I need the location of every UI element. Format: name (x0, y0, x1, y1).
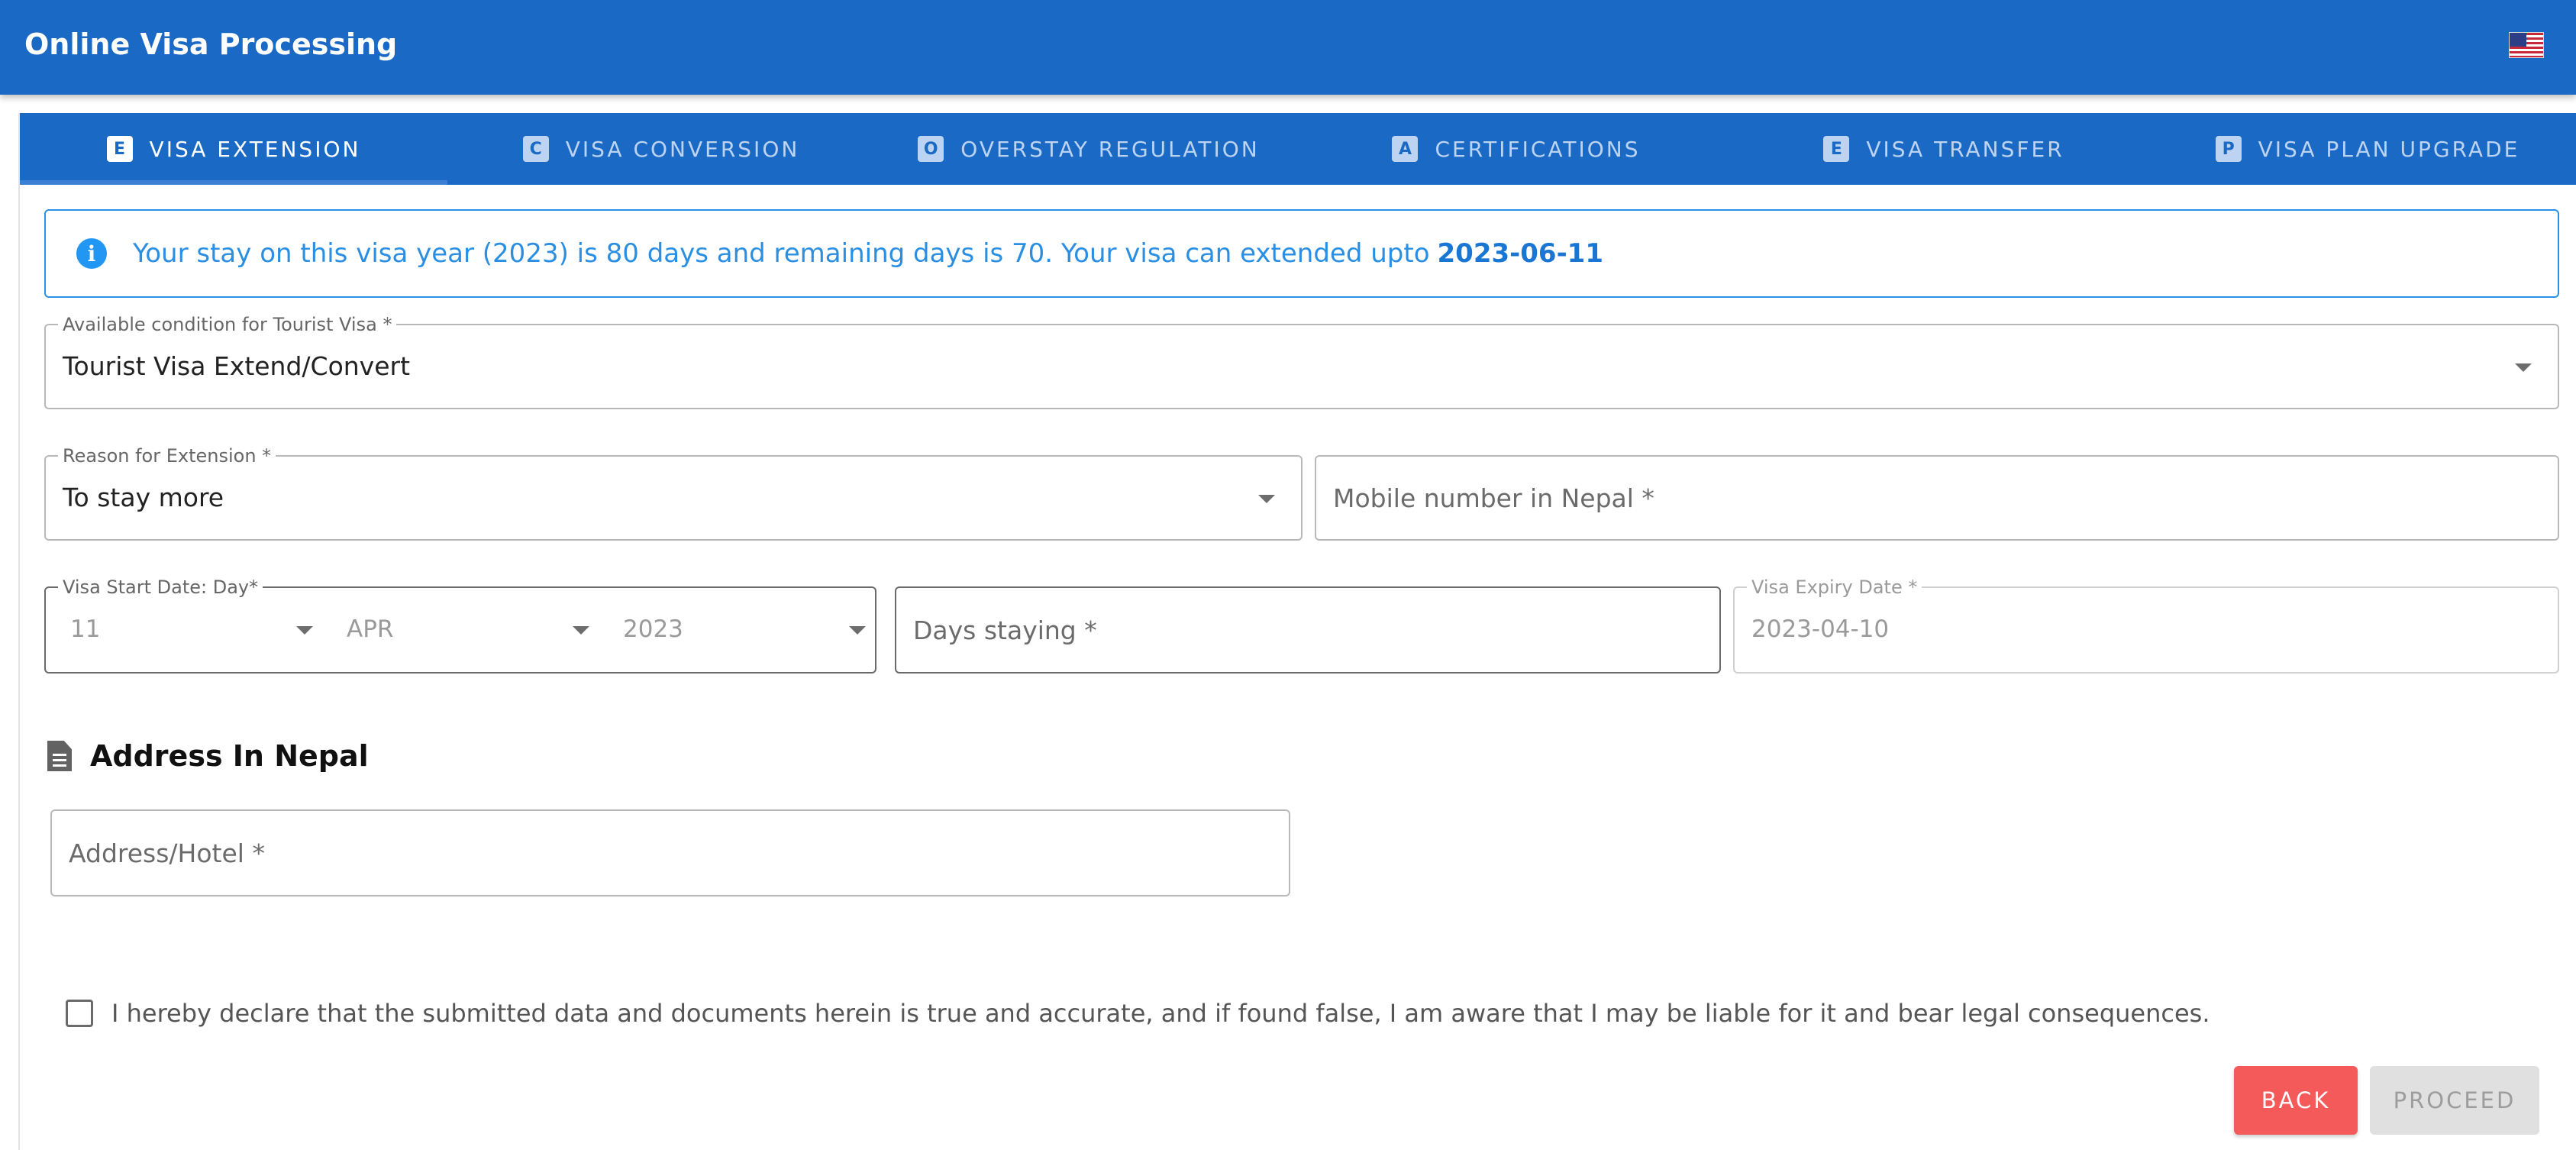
tab-letter-icon: E (106, 136, 133, 162)
declaration-text: I hereby declare that the submitted data… (111, 999, 2210, 1028)
tab-overstay-regulation[interactable]: O OVERSTAY REGULATION (875, 113, 1303, 185)
address-hotel-placeholder: Address/Hotel * (69, 838, 265, 868)
reason-label: Reason for Extension * (58, 445, 276, 467)
tab-visa-extension[interactable]: E VISA EXTENSION (20, 113, 447, 185)
tab-letter-icon: P (2215, 136, 2242, 162)
tab-letter-icon: A (1392, 136, 1419, 162)
tab-visa-plan-upgrade[interactable]: P VISA PLAN UPGRADE (2158, 113, 2576, 185)
active-tab-indicator (20, 180, 447, 185)
tab-bar: E VISA EXTENSION C VISA CONVERSION O OVE… (20, 113, 2576, 185)
address-section-title: Address In Nepal (90, 739, 369, 773)
reason-select[interactable]: Reason for Extension * To stay more (44, 445, 1303, 541)
tab-label: VISA CONVERSION (565, 136, 800, 162)
declaration-row: I hereby declare that the submitted data… (66, 999, 2210, 1028)
tab-label: VISA TRANSFER (1866, 136, 2064, 162)
tab-label: OVERSTAY REGULATION (960, 136, 1260, 162)
expiry-date-value: 2023-04-10 (1751, 615, 1890, 643)
alert-date: 2023-06-11 (1437, 238, 1603, 269)
info-icon: i (76, 238, 107, 269)
app-bar: Online Visa Processing (0, 0, 2576, 95)
tab-label: VISA PLAN UPGRADE (2258, 136, 2520, 162)
condition-value: Tourist Visa Extend/Convert (63, 351, 411, 381)
day-value: 11 (70, 615, 101, 643)
tab-visa-transfer[interactable]: E VISA TRANSFER (1730, 113, 2158, 185)
document-icon (47, 741, 72, 771)
chevron-down-icon (849, 626, 866, 635)
day-select[interactable]: 11 (46, 588, 321, 672)
days-staying-input[interactable]: Days staying * (895, 586, 1721, 674)
tab-letter-icon: O (918, 136, 944, 162)
month-select[interactable]: APR (321, 588, 597, 672)
tab-letter-icon: E (1823, 136, 1850, 162)
chevron-down-icon (2515, 363, 2532, 372)
expiry-date-label: Visa Expiry Date * (1747, 577, 1922, 598)
chevron-down-icon (1258, 495, 1275, 503)
mobile-number-placeholder: Mobile number in Nepal * (1333, 483, 1654, 513)
month-value: APR (347, 615, 394, 643)
info-alert: i Your stay on this visa year (2023) is … (44, 209, 2559, 298)
app-title: Online Visa Processing (24, 27, 398, 61)
declaration-checkbox[interactable] (66, 1000, 93, 1027)
year-value: 2023 (623, 615, 683, 643)
chevron-down-icon (573, 626, 589, 635)
visa-start-date-field: Visa Start Date: Day* 11 APR 2023 (44, 577, 876, 674)
reason-value: To stay more (63, 483, 224, 512)
visa-expiry-date-field: Visa Expiry Date * 2023-04-10 (1733, 577, 2559, 674)
condition-label: Available condition for Tourist Visa * (58, 314, 397, 335)
address-section-header: Address In Nepal (47, 739, 369, 773)
us-flag-icon[interactable] (2509, 32, 2544, 58)
flag-canton (2510, 33, 2526, 47)
tab-visa-conversion[interactable]: C VISA CONVERSION (447, 113, 875, 185)
chevron-down-icon (296, 626, 313, 635)
content-card: E VISA EXTENSION C VISA CONVERSION O OVE… (18, 113, 2576, 1150)
alert-message: Your stay on this visa year (2023) is 80… (133, 238, 1430, 269)
days-staying-placeholder: Days staying * (913, 615, 1097, 645)
address-hotel-input[interactable]: Address/Hotel * (50, 809, 1290, 896)
proceed-button[interactable]: PROCEED (2370, 1066, 2539, 1135)
year-select[interactable]: 2023 (597, 588, 875, 672)
mobile-number-input[interactable]: Mobile number in Nepal * (1315, 455, 2559, 541)
tab-letter-icon: C (522, 136, 549, 162)
tab-label: CERTIFICATIONS (1435, 136, 1641, 162)
back-button[interactable]: BACK (2234, 1066, 2358, 1135)
tab-certifications[interactable]: A CERTIFICATIONS (1303, 113, 1730, 185)
tab-label: VISA EXTENSION (149, 136, 361, 162)
condition-select[interactable]: Available condition for Tourist Visa * T… (44, 314, 2559, 409)
